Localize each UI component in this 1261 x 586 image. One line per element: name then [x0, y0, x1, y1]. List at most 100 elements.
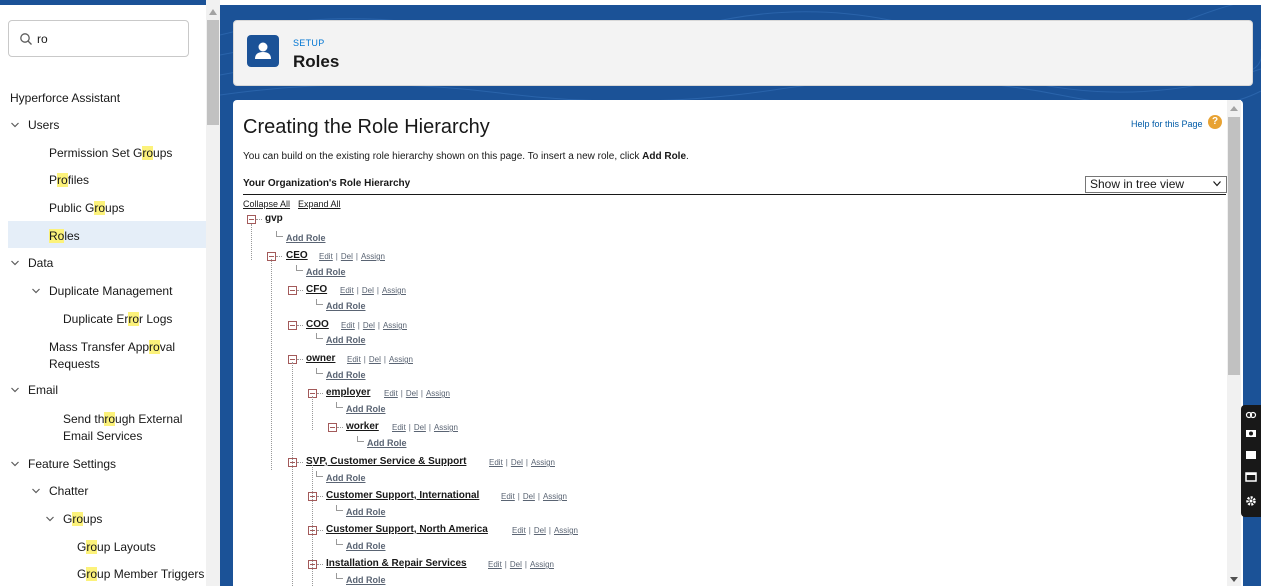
role-cfo[interactable]: CFO — [306, 284, 327, 295]
chevron-down-icon[interactable] — [10, 120, 20, 130]
delete-link[interactable]: Del — [414, 423, 426, 432]
delete-link[interactable]: Del — [523, 492, 535, 501]
add-role-link[interactable]: Add Role — [306, 267, 346, 277]
chevron-down-icon[interactable] — [10, 258, 20, 268]
gear-icon[interactable] — [1245, 495, 1257, 507]
delete-link[interactable]: Del — [406, 389, 418, 398]
assign-link[interactable]: Assign — [382, 286, 406, 295]
help-link[interactable]: Help for this Page — [1131, 119, 1203, 129]
assign-link[interactable]: Assign — [426, 389, 450, 398]
sidebar-item-public-groups[interactable]: Public Groups — [49, 201, 124, 215]
sidebar-scroll-up-icon[interactable] — [209, 9, 217, 15]
collapse-toggle-icon[interactable] — [247, 215, 256, 224]
sidebar-item-feature-settings[interactable]: Feature Settings — [10, 457, 116, 471]
sidebar-item-email[interactable]: Email — [10, 383, 58, 397]
assign-link[interactable]: Assign — [554, 526, 578, 535]
role-cs-international[interactable]: Customer Support, International — [326, 490, 479, 501]
assign-link[interactable]: Assign — [434, 423, 458, 432]
delete-link[interactable]: Del — [341, 252, 353, 261]
sidebar-item-chatter[interactable]: Chatter — [31, 484, 88, 498]
delete-link[interactable]: Del — [511, 458, 523, 467]
expand-all-link[interactable]: Expand All — [298, 199, 341, 209]
sidebar-item-send-through[interactable]: Send through External Email Services — [63, 411, 203, 445]
sidebar-item-mass-transfer[interactable]: Mass Transfer Approval Requests — [49, 339, 189, 373]
link-icon[interactable] — [1245, 409, 1257, 421]
sidebar-item-groups[interactable]: Groups — [45, 512, 102, 526]
delete-link[interactable]: Del — [369, 355, 381, 364]
add-role-link[interactable]: Add Role — [286, 233, 326, 243]
edit-link[interactable]: Edit — [501, 492, 515, 501]
delete-link[interactable]: Del — [534, 526, 546, 535]
add-role-link[interactable]: Add Role — [326, 370, 366, 380]
role-ceo[interactable]: CEO — [286, 250, 308, 261]
content-scrollbar-thumb[interactable] — [1228, 117, 1240, 375]
sidebar-item-group-member-triggers[interactable]: Group Member Triggers — [77, 567, 204, 581]
chevron-down-icon[interactable] — [31, 286, 41, 296]
add-role-link[interactable]: Add Role — [326, 301, 366, 311]
collapse-toggle-icon[interactable] — [328, 423, 337, 432]
edit-link[interactable]: Edit — [347, 355, 361, 364]
sidebar-item-users[interactable]: Users — [10, 118, 59, 132]
role-svp[interactable]: SVP, Customer Service & Support — [306, 456, 466, 467]
assign-link[interactable]: Assign — [383, 321, 407, 330]
delete-link[interactable]: Del — [363, 321, 375, 330]
sidebar-item-permission-set-groups[interactable]: Permission Set Groups — [49, 146, 172, 160]
chevron-down-icon[interactable] — [10, 385, 20, 395]
sidebar-item-data[interactable]: Data — [10, 256, 53, 270]
sidebar-item-duplicate-error-logs[interactable]: Duplicate Error Logs — [63, 312, 172, 326]
add-role-link[interactable]: Add Role — [346, 507, 386, 517]
window-icon[interactable] — [1245, 471, 1257, 483]
add-role-link[interactable]: Add Role — [346, 541, 386, 551]
role-cs-north-america[interactable]: Customer Support, North America — [326, 524, 488, 535]
assign-link[interactable]: Assign — [531, 458, 555, 467]
add-role-link[interactable]: Add Role — [367, 438, 407, 448]
assign-link[interactable]: Assign — [361, 252, 385, 261]
chevron-down-icon[interactable] — [31, 486, 41, 496]
content-scroll-down-icon[interactable] — [1230, 577, 1238, 582]
edit-link[interactable]: Edit — [341, 321, 355, 330]
add-role-link[interactable]: Add Role — [326, 335, 366, 345]
add-role-link[interactable]: Add Role — [346, 575, 386, 585]
content-scroll-up-icon[interactable] — [1230, 106, 1238, 111]
quick-find-box[interactable] — [8, 20, 189, 57]
sidebar-item-roles[interactable]: Roles — [49, 229, 80, 243]
sidebar-scrollbar-thumb[interactable] — [207, 20, 219, 125]
role-installation[interactable]: Installation & Repair Services — [326, 558, 467, 569]
help-icon[interactable]: ? — [1208, 115, 1222, 129]
collapse-all-link[interactable]: Collapse All — [243, 199, 290, 209]
edit-link[interactable]: Edit — [340, 286, 354, 295]
sidebar-item-hyperforce[interactable]: Hyperforce Assistant — [10, 91, 120, 105]
collapse-toggle-icon[interactable] — [288, 286, 297, 295]
camera-icon[interactable] — [1245, 427, 1257, 439]
role-worker[interactable]: worker — [346, 421, 379, 432]
edit-link[interactable]: Edit — [319, 252, 333, 261]
chevron-down-icon[interactable] — [45, 514, 55, 524]
role-coo[interactable]: COO — [306, 319, 329, 330]
delete-link[interactable]: Del — [362, 286, 374, 295]
edit-link[interactable]: Edit — [384, 389, 398, 398]
edit-link[interactable]: Edit — [488, 560, 502, 569]
chevron-down-icon[interactable] — [10, 459, 20, 469]
assign-link[interactable]: Assign — [389, 355, 413, 364]
role-actions: Edit | Del | Assign — [489, 458, 555, 467]
sidebar-item-group-layouts[interactable]: Group Layouts — [77, 540, 156, 554]
sidebar-item-profiles[interactable]: Profiles — [49, 173, 89, 187]
delete-link[interactable]: Del — [510, 560, 522, 569]
collapse-toggle-icon[interactable] — [288, 321, 297, 330]
add-role-link[interactable]: Add Role — [346, 404, 386, 414]
view-mode-select[interactable]: Show in tree view — [1085, 176, 1227, 193]
edit-link[interactable]: Edit — [512, 526, 526, 535]
panel-icon[interactable] — [1245, 449, 1257, 461]
assign-link[interactable]: Assign — [543, 492, 567, 501]
assign-link[interactable]: Assign — [530, 560, 554, 569]
sidebar-item-label: les — [64, 229, 80, 243]
edit-link[interactable]: Edit — [489, 458, 503, 467]
sidebar-item-duplicate-management[interactable]: Duplicate Management — [31, 284, 172, 298]
role-root[interactable]: gvp — [265, 213, 283, 224]
role-owner[interactable]: owner — [306, 353, 335, 364]
quick-find-input[interactable] — [37, 29, 177, 49]
add-role-link[interactable]: Add Role — [326, 473, 366, 483]
role-employer[interactable]: employer — [326, 387, 370, 398]
edit-link[interactable]: Edit — [392, 423, 406, 432]
tree-connector — [317, 496, 323, 497]
